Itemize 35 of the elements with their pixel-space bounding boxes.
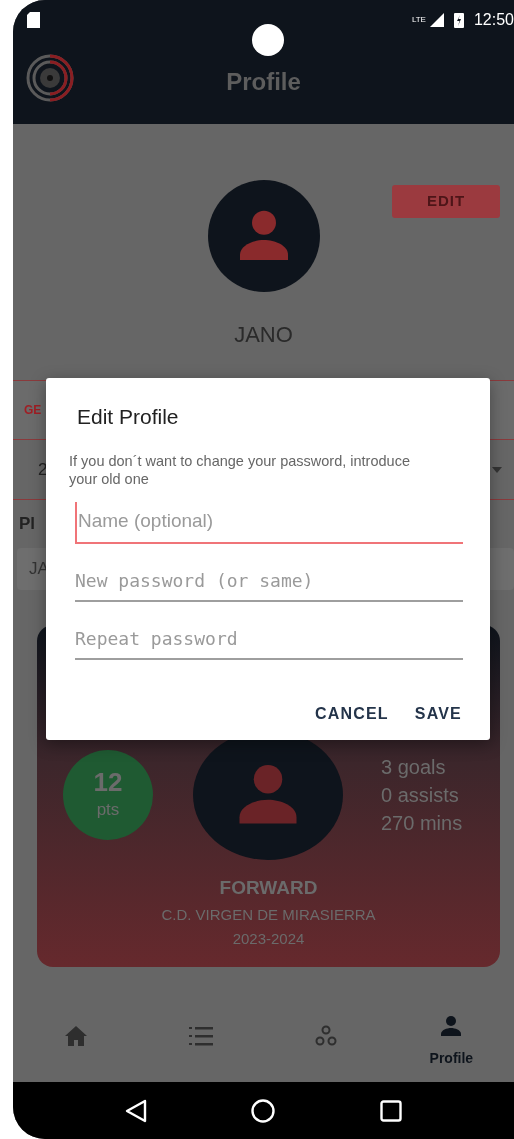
stat-text: 3 goals — [381, 755, 447, 780]
status-time: 12:50 — [473, 10, 514, 30]
points-unit: pts — [96, 798, 120, 821]
stat-text: 270 mins — [381, 811, 463, 836]
dialog-title: Edit Profile — [77, 404, 180, 430]
input-field[interactable]: Name (optional) — [75, 502, 463, 544]
network-label: LTE — [411, 14, 426, 26]
dialog-message: If you don´t want to change your password, introduce your old one — [69, 452, 411, 489]
recents-icon[interactable] — [379, 1099, 402, 1122]
screen-title: Profile — [225, 67, 302, 97]
player-position: FORWARD — [219, 876, 318, 900]
season-text: 2023-2024 — [232, 928, 305, 949]
player-name: JANO — [234, 321, 293, 349]
numbered-list-icon — [188, 1026, 213, 1046]
signal-icon — [429, 13, 444, 27]
season-select[interactable]: 2 — [38, 456, 48, 483]
dialog-button[interactable]: SAVE — [414, 697, 462, 730]
stat-text: 0 assists — [381, 783, 460, 808]
club-name: C.D. VIRGEN DE MIRASIERRA — [161, 904, 376, 925]
dialog-button[interactable]: CANCEL — [314, 697, 389, 730]
home-button-icon[interactable] — [251, 1098, 276, 1123]
input-field[interactable]: Repeat password — [75, 619, 463, 660]
dropdown-caret-icon — [492, 466, 502, 473]
nav-tab[interactable]: Profile — [388, 995, 514, 1077]
points-value: 12 — [93, 767, 123, 797]
ball-logo-icon — [26, 54, 74, 102]
sd-card-icon — [27, 12, 40, 28]
home-icon — [64, 1026, 87, 1046]
circles-icon — [314, 1025, 339, 1047]
edit-button[interactable]: EDIT — [392, 185, 500, 218]
input-field[interactable]: New password (or same) — [75, 561, 463, 602]
section-label: Pl — [19, 513, 36, 536]
battery-icon — [453, 12, 464, 28]
person-icon — [439, 1014, 464, 1038]
back-icon[interactable] — [125, 1098, 148, 1123]
